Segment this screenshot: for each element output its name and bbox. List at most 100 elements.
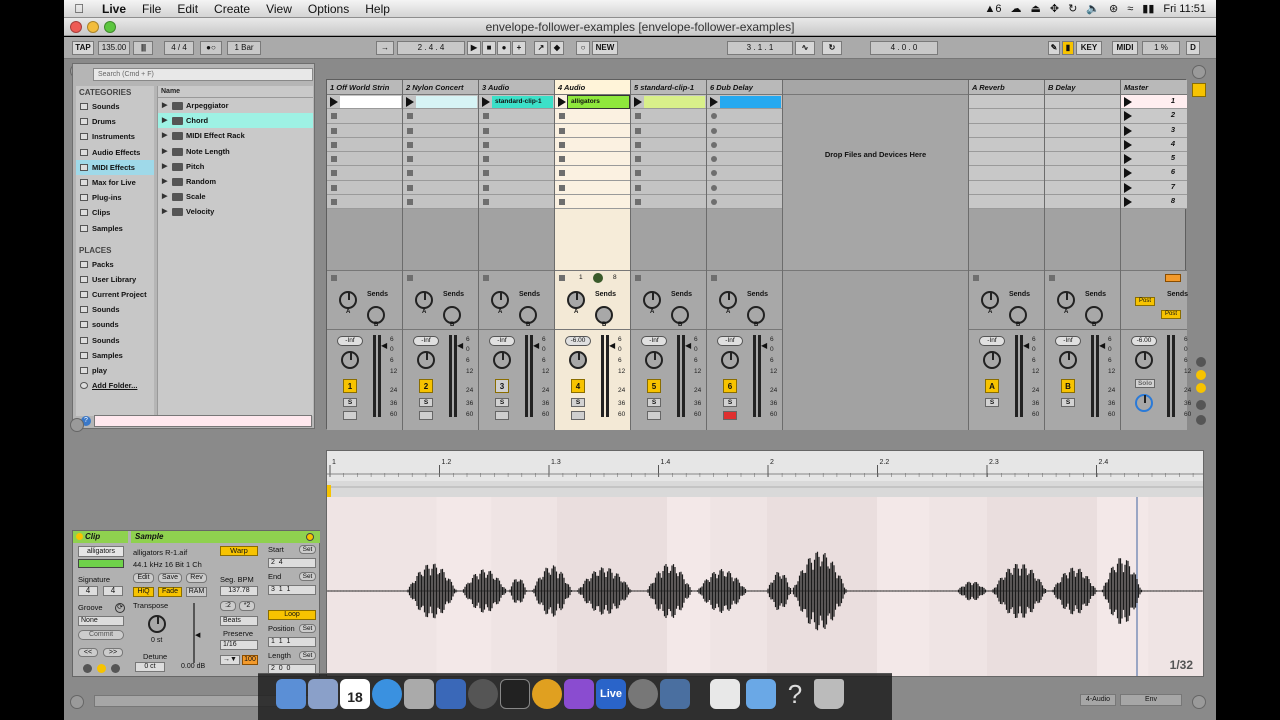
menu-create[interactable]: Create bbox=[206, 2, 258, 16]
expand-arrow-icon[interactable]: ▶ bbox=[162, 144, 167, 159]
hiq-button[interactable]: HiQ bbox=[133, 587, 154, 597]
ableton-live-icon[interactable]: Live bbox=[596, 679, 626, 709]
capture-icon[interactable]: ○ bbox=[576, 41, 590, 55]
expand-arrow-icon[interactable]: ▶ bbox=[162, 159, 167, 174]
clip-slot[interactable] bbox=[631, 152, 706, 167]
draw-mode-icon[interactable]: ✎ bbox=[1048, 41, 1060, 55]
expand-arrow-icon[interactable]: ▶ bbox=[162, 204, 167, 219]
menu-help[interactable]: Help bbox=[357, 2, 398, 16]
clip-slot[interactable] bbox=[631, 195, 706, 210]
terminal-icon[interactable] bbox=[500, 679, 530, 709]
clip-stop-button[interactable] bbox=[635, 127, 641, 134]
warp-mode-dropdown[interactable]: Beats bbox=[220, 616, 258, 626]
scene-launch-icon[interactable] bbox=[1124, 197, 1132, 208]
end-set-button[interactable]: Set bbox=[299, 572, 316, 581]
arm-button[interactable] bbox=[495, 411, 509, 420]
clip-slot[interactable] bbox=[631, 109, 706, 124]
master-volume-field[interactable]: -6.00 bbox=[1131, 336, 1157, 346]
solo-button[interactable]: S bbox=[723, 398, 737, 407]
clip-slot[interactable] bbox=[327, 137, 402, 153]
volume-fader-handle-icon[interactable]: ◀ bbox=[609, 341, 615, 350]
nudge-back-button[interactable]: << bbox=[78, 648, 98, 657]
record-button[interactable]: ● bbox=[497, 41, 511, 55]
clip-launch-icon[interactable] bbox=[482, 97, 490, 107]
commit-button[interactable]: Commit bbox=[78, 630, 124, 640]
clip-stop-button[interactable] bbox=[635, 170, 641, 177]
clip-slot[interactable] bbox=[707, 137, 782, 153]
clip-slot[interactable] bbox=[555, 166, 630, 181]
song-position-field[interactable]: 2 . 4 . 4 bbox=[397, 41, 465, 55]
zoom-window-button[interactable] bbox=[104, 21, 116, 33]
tap-button[interactable]: TAP bbox=[72, 41, 94, 55]
clip-stop-button[interactable] bbox=[407, 113, 413, 120]
clip-slot[interactable] bbox=[327, 180, 402, 196]
volume-field[interactable]: -6.00 bbox=[565, 336, 591, 346]
time-machine-icon[interactable]: ↻ bbox=[1068, 2, 1077, 15]
clip-slot[interactable] bbox=[327, 166, 402, 181]
expand-arrow-icon[interactable]: ▶ bbox=[162, 98, 167, 113]
new-button[interactable]: NEW bbox=[592, 41, 618, 55]
scene-launch-icon[interactable] bbox=[1124, 168, 1132, 179]
clip-slot[interactable] bbox=[327, 195, 402, 210]
gamepad-icon[interactable]: ✥ bbox=[1050, 2, 1059, 15]
battery-icon[interactable]: ▮▮ bbox=[1142, 2, 1154, 15]
mixer-toggle-icon[interactable] bbox=[1196, 400, 1206, 410]
arm-button[interactable] bbox=[571, 411, 585, 420]
reverse-button[interactable]: Rev bbox=[186, 573, 207, 583]
scene-launch-icon[interactable] bbox=[1124, 139, 1132, 150]
clip-stop-button[interactable] bbox=[711, 199, 717, 206]
volume-field[interactable]: -Inf bbox=[717, 336, 743, 346]
launch-toggle-icon[interactable] bbox=[83, 664, 92, 673]
pan-knob[interactable] bbox=[493, 351, 511, 369]
clip-stop-button[interactable] bbox=[559, 170, 565, 177]
name-column-header[interactable]: Name bbox=[158, 86, 313, 98]
seg-bpm-field[interactable]: 137.78 bbox=[220, 586, 258, 596]
clip-slot[interactable] bbox=[327, 95, 402, 110]
scene-launch-icon[interactable] bbox=[1124, 154, 1132, 165]
clip-stop-button[interactable] bbox=[559, 199, 565, 206]
end-field[interactable]: 3 1 1 bbox=[268, 585, 316, 595]
imovie-icon[interactable] bbox=[660, 679, 690, 709]
volume-icon[interactable]: 🔈 bbox=[1086, 2, 1100, 15]
clip-slot[interactable] bbox=[555, 180, 630, 196]
clip-stop-button[interactable] bbox=[331, 127, 337, 134]
send-a-knob[interactable] bbox=[643, 291, 661, 309]
preview-icon[interactable] bbox=[308, 679, 338, 709]
length-set-button[interactable]: Set bbox=[299, 651, 316, 660]
sample-waveform[interactable]: 1 1.2 1.3 1.4 2 2.2 2.3 2.4 bbox=[327, 451, 1203, 676]
post-button[interactable]: Post bbox=[1161, 310, 1181, 319]
warp-button[interactable]: Warp bbox=[220, 546, 258, 556]
half-tempo-button[interactable]: :2 bbox=[220, 601, 236, 611]
minimize-window-button[interactable] bbox=[87, 21, 99, 33]
volume-field[interactable]: -Inf bbox=[641, 336, 667, 346]
signature-denominator[interactable]: 4 bbox=[103, 586, 123, 596]
volume-fader-handle-icon[interactable]: ◀ bbox=[1023, 341, 1029, 350]
scene-launch-icon[interactable] bbox=[1124, 97, 1132, 107]
expand-arrow-icon[interactable]: ▶ bbox=[162, 174, 167, 189]
clip-stop-button[interactable] bbox=[635, 141, 641, 148]
sidebar-item-drums[interactable]: Drums bbox=[76, 114, 154, 129]
eject-icon[interactable]: ⏏ bbox=[1030, 2, 1040, 15]
list-item[interactable]: ▶ Random bbox=[158, 174, 313, 189]
ram-button[interactable]: RAM bbox=[186, 587, 207, 597]
scene-slot[interactable]: 2 bbox=[1121, 109, 1187, 124]
chrome-icon[interactable] bbox=[532, 679, 562, 709]
loop-length-field[interactable]: 4 . 0 . 0 bbox=[870, 41, 938, 55]
clip[interactable]: alligators bbox=[567, 95, 630, 109]
sidebar-item-user-library[interactable]: User Library bbox=[76, 272, 154, 287]
scene-slot[interactable]: 7 bbox=[1121, 180, 1187, 196]
punch-in-icon[interactable]: ∿ bbox=[795, 41, 815, 55]
wifi-icon[interactable]: ≈ bbox=[1127, 3, 1133, 15]
loop-mode-dropdown[interactable]: →▼ bbox=[220, 655, 240, 665]
pan-knob[interactable] bbox=[721, 351, 739, 369]
groove-pool-icon[interactable]: ⟳ bbox=[115, 603, 125, 613]
menu-app-live[interactable]: Live bbox=[94, 2, 134, 16]
clip-slot[interactable] bbox=[555, 123, 630, 138]
clip-slot[interactable] bbox=[555, 137, 630, 153]
clip-stop-button[interactable] bbox=[407, 199, 413, 206]
sidebar-item-place[interactable]: Samples bbox=[76, 348, 154, 363]
track-title[interactable]: 4 Audio bbox=[555, 80, 630, 95]
key-map-indicator-icon[interactable]: ▮ bbox=[1062, 41, 1074, 55]
clip-stop-button[interactable] bbox=[331, 184, 337, 191]
clip-name-field[interactable]: alligators bbox=[78, 546, 124, 557]
